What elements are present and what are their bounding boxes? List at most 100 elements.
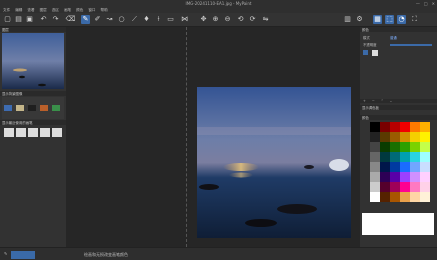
minimize-icon[interactable]: — [416, 1, 420, 6]
palette-swatch[interactable] [420, 142, 430, 152]
save-icon[interactable]: ▣ [25, 15, 34, 24]
fit-view-icon[interactable]: ⬚ [385, 15, 394, 24]
menu-edit[interactable]: 编辑 [15, 8, 22, 13]
undo-icon[interactable]: ↶ [39, 15, 48, 24]
palette-swatch[interactable] [380, 172, 390, 182]
zoom-out-icon[interactable]: ⊖ [223, 15, 232, 24]
palette-swatch[interactable] [400, 182, 410, 192]
lock-icon[interactable]: ▥ [343, 15, 352, 24]
move-icon[interactable]: ✥ [199, 15, 208, 24]
palette-swatch[interactable] [390, 122, 400, 132]
fill-icon[interactable]: ♦ [142, 15, 151, 24]
palette-swatch[interactable] [390, 152, 400, 162]
crop-icon[interactable]: ▭ [166, 15, 175, 24]
menu-color[interactable]: 颜色 [76, 8, 83, 13]
palette-swatch[interactable] [420, 172, 430, 182]
palette-swatch[interactable] [400, 142, 410, 152]
brush-preset[interactable] [4, 128, 14, 137]
fullscreen-icon[interactable]: ⛶ [410, 15, 419, 24]
opacity-slider[interactable] [390, 44, 432, 46]
preview-thumbnail[interactable] [2, 33, 64, 89]
palette-swatch[interactable] [370, 152, 380, 162]
smudge-icon[interactable]: ↝ [105, 15, 114, 24]
open-icon[interactable]: ▤ [14, 15, 23, 24]
eraser-icon[interactable]: ✐ [93, 15, 102, 24]
menu-layer[interactable]: 图层 [40, 8, 47, 13]
menu-file[interactable]: 文件 [3, 8, 10, 13]
palette-swatch[interactable] [370, 182, 380, 192]
palette-swatch[interactable] [410, 172, 420, 182]
remove-layer-icon[interactable]: − [372, 99, 375, 103]
palette-swatch[interactable] [390, 192, 400, 202]
palette-swatch[interactable] [380, 132, 390, 142]
current-color-swatch[interactable] [11, 251, 35, 259]
palette-swatch[interactable] [380, 142, 390, 152]
close-icon[interactable]: ✕ [432, 1, 435, 6]
maximize-icon[interactable]: □ [424, 1, 428, 6]
palette-swatch[interactable] [400, 192, 410, 202]
palette-swatch[interactable] [390, 132, 400, 142]
palette-swatch[interactable] [390, 162, 400, 172]
palette-swatch[interactable] [390, 142, 400, 152]
palette-swatch[interactable] [370, 162, 380, 172]
canvas-image[interactable] [197, 87, 351, 238]
palette-swatch[interactable] [380, 152, 390, 162]
redo-icon[interactable]: ↷ [51, 15, 60, 24]
layer-thumb[interactable] [372, 50, 378, 56]
recent-color-swatch[interactable] [4, 105, 12, 111]
menu-help[interactable]: 帮助 [101, 8, 108, 13]
palette-swatch[interactable] [400, 152, 410, 162]
palette-swatch[interactable] [370, 122, 380, 132]
palette-swatch[interactable] [390, 172, 400, 182]
add-layer-icon[interactable]: + [363, 99, 366, 103]
palette-swatch[interactable] [380, 162, 390, 172]
up-layer-icon[interactable]: ⌃ [381, 99, 384, 103]
rotate-icon[interactable]: ⟲ [236, 15, 245, 24]
grid-view-icon[interactable]: ▦ [373, 15, 382, 24]
palette-swatch[interactable] [410, 142, 420, 152]
palette-swatch[interactable] [410, 192, 420, 202]
palette-swatch[interactable] [420, 162, 430, 172]
brush-preset[interactable] [16, 128, 26, 137]
palette-swatch[interactable] [370, 192, 380, 202]
flip-icon[interactable]: ⟳ [248, 15, 257, 24]
menu-brush[interactable]: 画笔 [64, 8, 71, 13]
transform-icon[interactable]: ⟊ [154, 15, 163, 24]
brush-preset[interactable] [52, 128, 62, 137]
recent-color-swatch[interactable] [16, 105, 24, 111]
menu-view[interactable]: 查看 [27, 8, 34, 13]
recent-color-swatch[interactable] [52, 105, 60, 111]
palette-swatch[interactable] [380, 122, 390, 132]
brush-preset[interactable] [28, 128, 38, 137]
palette-swatch[interactable] [420, 152, 430, 162]
palette-swatch[interactable] [410, 132, 420, 142]
down-layer-icon[interactable]: ⌄ [390, 99, 393, 103]
palette-swatch[interactable] [410, 182, 420, 192]
recent-color-swatch[interactable] [40, 105, 48, 111]
ellipse-icon[interactable]: ○ [117, 15, 126, 24]
palette-swatch[interactable] [400, 172, 410, 182]
layer-visible-checkbox[interactable] [363, 50, 368, 55]
palette-swatch[interactable] [420, 182, 430, 192]
palette-swatch[interactable] [420, 122, 430, 132]
menu-selection[interactable]: 选区 [52, 8, 59, 13]
settings-icon[interactable]: ⚙ [355, 15, 364, 24]
palette-swatch[interactable] [410, 162, 420, 172]
palette-swatch[interactable] [420, 192, 430, 202]
mirror-icon[interactable]: ⇋ [261, 15, 270, 24]
palette-swatch[interactable] [390, 182, 400, 192]
clock-icon[interactable]: ◔ [397, 15, 406, 24]
palette-swatch[interactable] [400, 122, 410, 132]
menu-window[interactable]: 窗口 [88, 8, 95, 13]
palette-swatch[interactable] [410, 122, 420, 132]
symmetry-icon[interactable]: ⋈ [180, 15, 189, 24]
clear-icon[interactable]: ⌫ [66, 15, 76, 24]
recent-color-swatch[interactable] [28, 105, 36, 111]
palette-swatch[interactable] [400, 162, 410, 172]
palette-swatch[interactable] [420, 132, 430, 142]
picker-icon[interactable]: ⟋ [130, 15, 139, 24]
mode-value[interactable]: 普通 [390, 35, 397, 40]
palette-swatch[interactable] [370, 132, 380, 142]
new-icon[interactable]: ▢ [3, 15, 12, 24]
canvas-area[interactable] [66, 27, 360, 247]
